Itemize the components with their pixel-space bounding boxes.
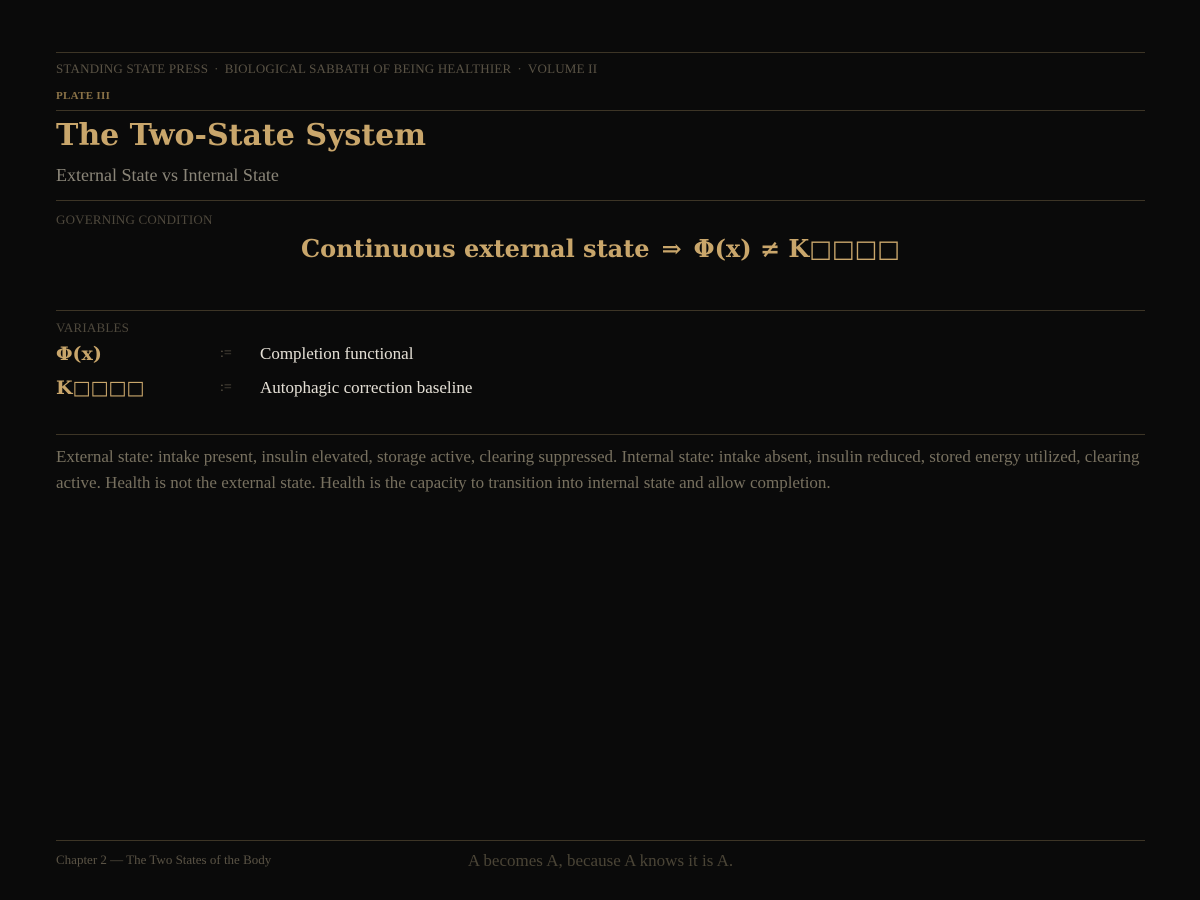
governing-rule: [56, 310, 1145, 311]
header-rule: [56, 110, 1145, 111]
equation-rhs: Φ(x) ≠ K□□□□: [693, 234, 900, 263]
implies-arrow: ⇒: [661, 234, 682, 263]
variable-assign: :=: [220, 380, 232, 395]
volume-label: VOLUME II: [527, 61, 598, 76]
title-rule: [56, 200, 1145, 201]
variable-row: Φ(x) := Completion functional: [56, 343, 1145, 369]
plate-number: PLATE III: [56, 90, 111, 102]
top-rule: [56, 52, 1145, 53]
variables-label: VARIABLES: [56, 320, 130, 335]
page-subtitle: External State vs Internal State: [56, 165, 279, 185]
governing-equation: Continuous external state ⇒ Φ(x) ≠ K□□□□: [56, 234, 1145, 263]
plate-page: STANDING STATE PRESS · BIOLOGICAL SABBATH …: [56, 0, 1145, 900]
publisher: STANDING STATE PRESS: [56, 61, 209, 76]
governing-condition-label: GOVERNING CONDITION: [56, 212, 213, 227]
variables-rule: [56, 434, 1145, 435]
body-paragraph: External state: intake present, insulin …: [56, 447, 1140, 492]
variable-symbol: K□□□□: [56, 377, 145, 399]
variable-description: Completion functional: [260, 344, 414, 363]
variable-symbol: Φ(x): [56, 343, 102, 365]
variable-row: K□□□□ := Autophagic correction baseline: [56, 377, 1145, 403]
series-title: BIOLOGICAL SABBATH OF BEING HEALTHIER: [224, 61, 512, 76]
footer-rule: [56, 840, 1145, 841]
equation-lhs: Continuous external state: [301, 234, 650, 263]
running-header: STANDING STATE PRESS · BIOLOGICAL SABBATH …: [56, 61, 597, 77]
motto: A becomes A, because A knows it is A.: [467, 851, 734, 870]
variable-description: Autophagic correction baseline: [260, 378, 473, 397]
variable-assign: :=: [220, 346, 232, 361]
header-separator: ·: [517, 61, 522, 76]
header-separator: ·: [214, 61, 219, 76]
page-title: The Two-State System: [56, 118, 427, 153]
